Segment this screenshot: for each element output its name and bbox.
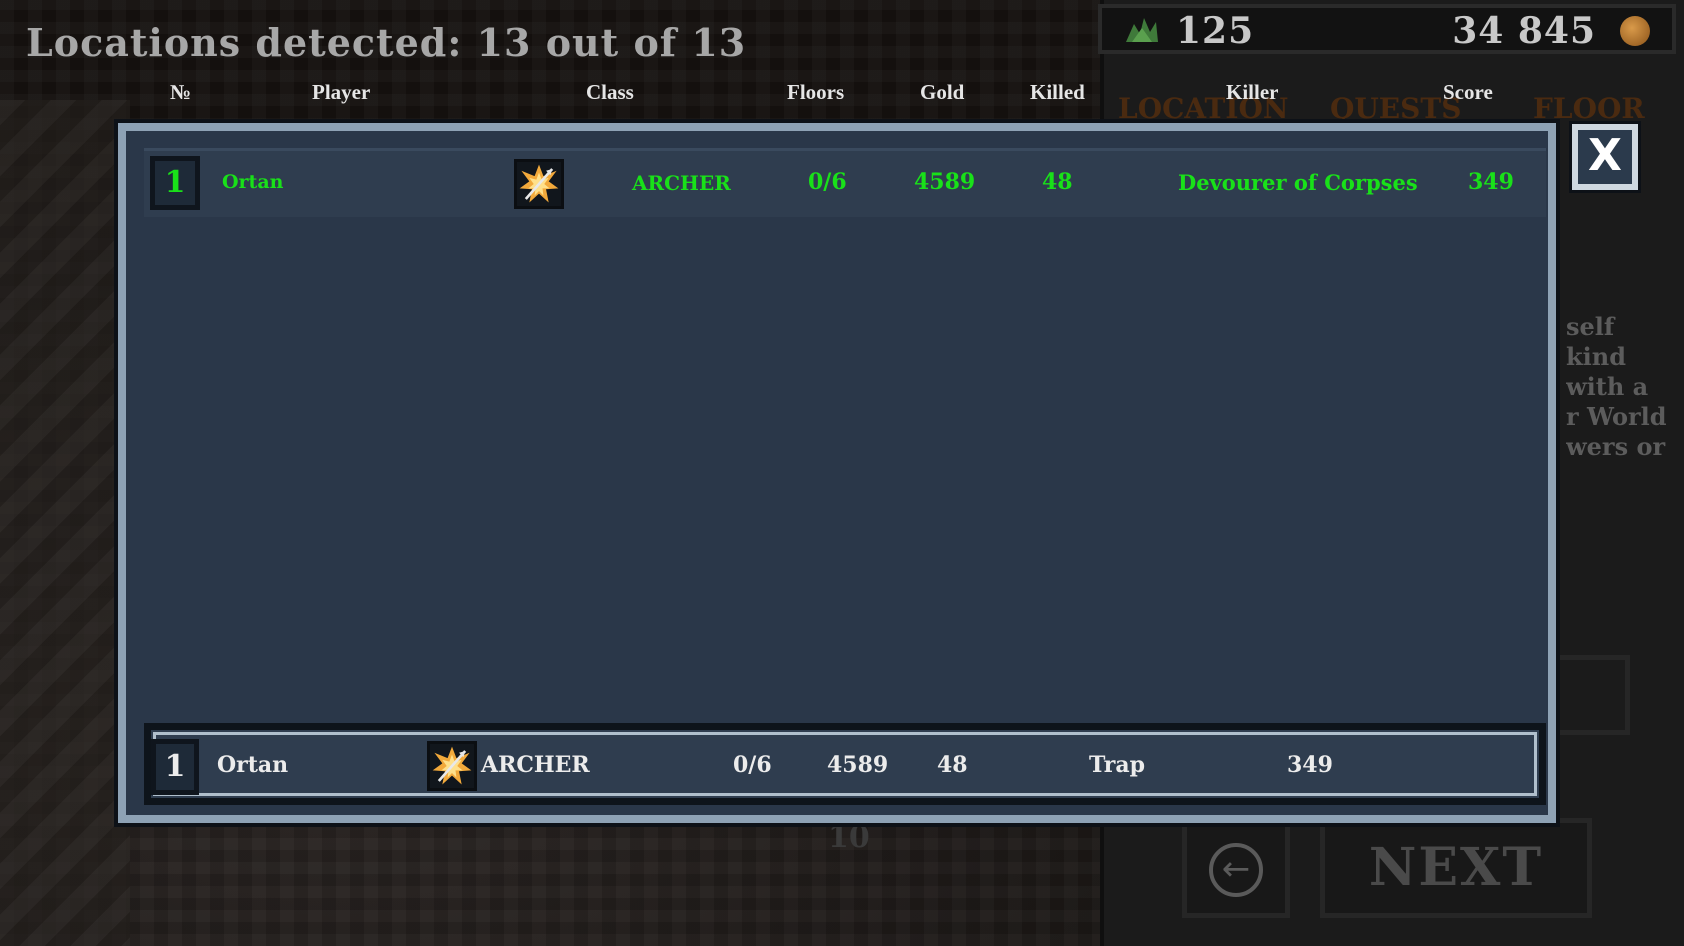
column-header-score: Score [1443,80,1493,104]
my-rank-badge: 1 [151,739,199,795]
side-description-text: self kind with a r World wers or [1566,312,1667,461]
arrow-left-icon: ← [1209,843,1263,897]
killer-value: Devourer of Corpses [1178,170,1418,195]
my-floors-value: 0/6 [733,752,772,778]
rock-wall [0,100,130,946]
my-player-class: ARCHER [481,752,590,778]
archer-class-icon [514,159,564,209]
player-class: ARCHER [632,171,731,195]
archer-class-icon [427,741,477,791]
gold-value: 4589 [914,169,976,195]
background-floor-number: 10 [828,820,870,855]
locations-detected-label: Locations detected: 13 out of 13 [26,20,747,65]
my-gold-value: 4589 [827,752,889,778]
score-value: 349 [1468,169,1514,195]
table-row[interactable]: 1 Ortan ARCHER 0/6 4589 48 Devourer of C… [144,148,1546,217]
column-header-player: Player [312,80,371,104]
column-header-floors: Floors [787,80,845,104]
my-killer-value: Trap [1089,752,1145,778]
column-header-killed: Killed [1030,80,1085,104]
my-result-row: 1 Ortan ARCHER 0/6 4589 48 Trap 349 [144,723,1546,805]
killed-value: 48 [1042,169,1073,195]
close-button[interactable]: X [1572,124,1638,190]
player-name: Ortan [222,171,284,193]
column-header-class: Class [586,80,634,104]
gold-count: 34 845 [1452,10,1596,52]
column-header-killer: Killer [1226,80,1279,104]
coin-icon [1620,16,1650,46]
column-header-number: № [170,80,192,104]
column-header-gold: Gold [920,80,965,104]
my-killed-value: 48 [937,752,968,778]
herb-count: 125 [1176,10,1255,52]
my-score-value: 349 [1287,752,1333,778]
resource-bar: 125 34 845 [1098,4,1676,54]
next-button[interactable]: NEXT [1320,818,1592,918]
floors-value: 0/6 [808,169,847,195]
side-frame [1560,655,1630,735]
back-button[interactable]: ← [1182,822,1290,918]
my-player-name: Ortan [217,752,289,778]
herb-icon [1126,18,1158,42]
leaderboard-modal: 1 Ortan ARCHER 0/6 4589 48 Devourer of C… [118,123,1556,823]
rank-badge: 1 [150,156,200,210]
tab-quests[interactable]: QUESTS [1330,92,1461,125]
tab-floor[interactable]: FLOOR [1533,92,1645,125]
